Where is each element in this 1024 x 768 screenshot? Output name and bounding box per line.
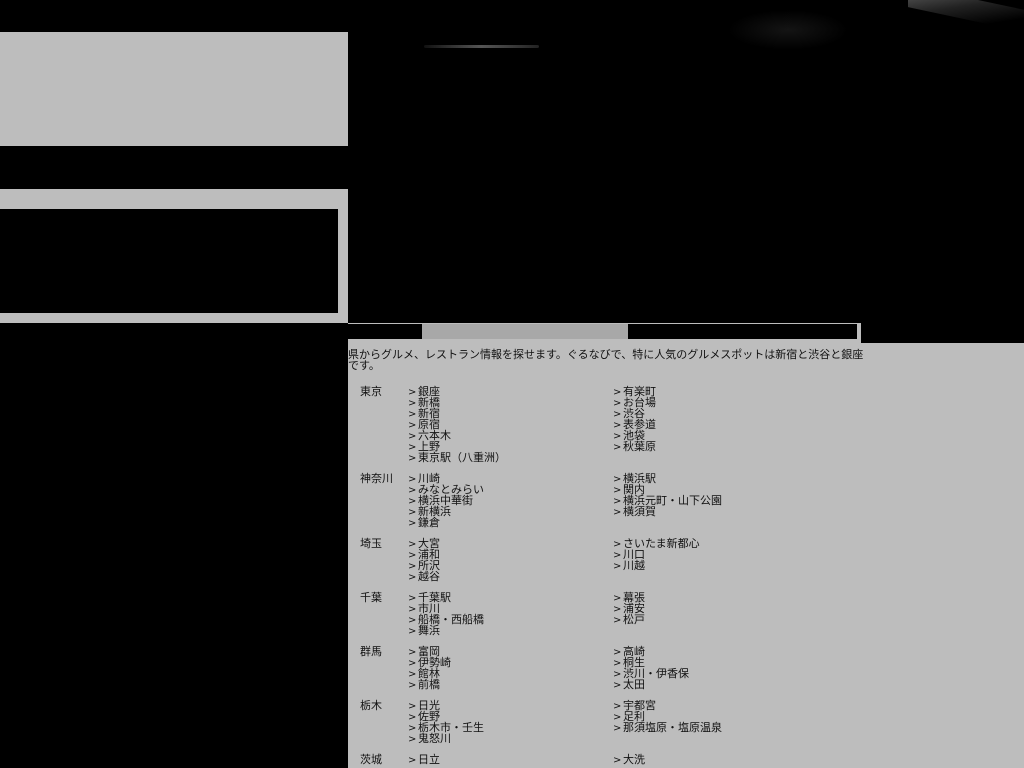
- chevron-right-icon: >: [408, 734, 417, 745]
- area-column-left: > 川崎 > みなとみらい > 横浜中華街 > 新横浜 > 鎌倉: [408, 473, 484, 529]
- area-list-content: 県からグルメ、レストラン情報を探せます。ぐるなびで、特に人気のグルメスポットは新…: [348, 343, 1024, 768]
- list-item[interactable]: > 前橋: [408, 678, 451, 691]
- region-name: 群馬: [360, 645, 382, 658]
- chevron-right-icon: >: [408, 453, 417, 464]
- region-name: 東京: [360, 385, 382, 398]
- left-section-band: [0, 146, 348, 189]
- area-link[interactable]: 横須賀: [623, 505, 656, 518]
- list-item[interactable]: > 太田: [613, 678, 689, 691]
- area-column-right: > さいたま新都心 > 川口 > 川越: [613, 538, 700, 572]
- area-link[interactable]: 鬼怒川: [418, 732, 451, 745]
- list-item[interactable]: > 舞浜: [408, 624, 484, 637]
- tab-right[interactable]: [628, 324, 857, 339]
- area-link[interactable]: 川越: [623, 559, 645, 572]
- list-item[interactable]: > 鎌倉: [408, 516, 484, 529]
- area-column-left: > 日立: [408, 753, 440, 766]
- area-column-right: > 宇都宮 > 足利 > 那須塩原・塩原温泉: [613, 700, 722, 734]
- chevron-right-icon: >: [408, 626, 417, 637]
- region-name: 埼玉: [360, 537, 382, 550]
- hero-image: [348, 0, 1024, 323]
- area-column-left: > 富岡 > 伊勢崎 > 館林 > 前橋: [408, 646, 451, 691]
- region-name: 茨城: [360, 753, 382, 766]
- region-name: 栃木: [360, 699, 382, 712]
- area-link[interactable]: 東京駅（八重洲）: [418, 451, 506, 464]
- page: 県からグルメ、レストラン情報を探せます。ぐるなびで、特に人気のグルメスポットは新…: [0, 0, 1024, 768]
- left-sidebar-bottom: [0, 323, 348, 768]
- chevron-right-icon: >: [408, 572, 417, 583]
- hero-shadow: [728, 10, 848, 50]
- area-column-left: > 銀座 > 新橋 > 新宿 > 原宿 > 六本木 > 上野 > 東京駅（八重洲）: [408, 386, 506, 464]
- area-link[interactable]: 鎌倉: [418, 516, 440, 529]
- chevron-right-icon: >: [408, 755, 417, 766]
- area-link[interactable]: 太田: [623, 678, 645, 691]
- intro-text: 県からグルメ、レストラン情報を探せます。ぐるなびで、特に人気のグルメスポットは新…: [348, 348, 864, 372]
- list-item[interactable]: > 川越: [613, 559, 700, 572]
- area-link[interactable]: 松戸: [623, 613, 645, 626]
- area-link[interactable]: 秋葉原: [623, 440, 656, 453]
- area-link[interactable]: 前橋: [418, 678, 440, 691]
- area-column-right: > 有楽町 > お台場 > 渋谷 > 表参道 > 池袋 > 秋葉原: [613, 386, 656, 453]
- area-link[interactable]: 越谷: [418, 570, 440, 583]
- area-column-right: > 幕張 > 浦安 > 松戸: [613, 592, 645, 626]
- left-side-panel: [0, 32, 348, 146]
- chevron-right-icon: >: [408, 680, 417, 691]
- list-item[interactable]: > 松戸: [613, 613, 645, 626]
- chevron-right-icon: >: [613, 755, 622, 766]
- region-name: 神奈川: [360, 472, 393, 485]
- area-link[interactable]: 日立: [418, 753, 440, 766]
- area-link[interactable]: 那須塩原・塩原温泉: [623, 721, 722, 734]
- chevron-right-icon: >: [613, 442, 622, 453]
- region-name: 千葉: [360, 591, 382, 604]
- hero-highlight: [424, 45, 539, 48]
- list-item[interactable]: > 横須賀: [613, 505, 722, 518]
- area-link[interactable]: 舞浜: [418, 624, 440, 637]
- list-item[interactable]: > 東京駅（八重洲）: [408, 451, 506, 464]
- list-item[interactable]: > 那須塩原・塩原温泉: [613, 721, 722, 734]
- list-item[interactable]: > 鬼怒川: [408, 732, 484, 745]
- list-item[interactable]: > 秋葉原: [613, 440, 656, 453]
- tab-left[interactable]: [348, 324, 422, 339]
- area-column-left: > 千葉駅 > 市川 > 船橋・西船橋 > 舞浜: [408, 592, 484, 637]
- area-column-right: > 大洗: [613, 753, 645, 766]
- area-column-right: > 横浜駅 > 関内 > 横浜元町・山下公園 > 横須賀: [613, 473, 722, 518]
- area-column-left: > 日光 > 佐野 > 栃木市・壬生 > 鬼怒川: [408, 700, 484, 745]
- area-column-left: > 大宮 > 浦和 > 所沢 > 越谷: [408, 538, 440, 583]
- left-top-banner: [0, 0, 338, 32]
- list-item[interactable]: > 大洗: [613, 753, 645, 766]
- list-item[interactable]: > 日立: [408, 753, 440, 766]
- chevron-right-icon: >: [613, 561, 622, 572]
- chevron-right-icon: >: [613, 507, 622, 518]
- tab-active[interactable]: [422, 324, 628, 339]
- area-link[interactable]: 大洗: [623, 753, 645, 766]
- hero-edge: [908, 0, 1024, 37]
- list-item[interactable]: > 越谷: [408, 570, 440, 583]
- chevron-right-icon: >: [613, 680, 622, 691]
- left-ad-image: [0, 209, 338, 313]
- area-column-right: > 高崎 > 桐生 > 渋川・伊香保 > 太田: [613, 646, 689, 691]
- chevron-right-icon: >: [613, 615, 622, 626]
- chevron-right-icon: >: [408, 518, 417, 529]
- chevron-right-icon: >: [613, 723, 622, 734]
